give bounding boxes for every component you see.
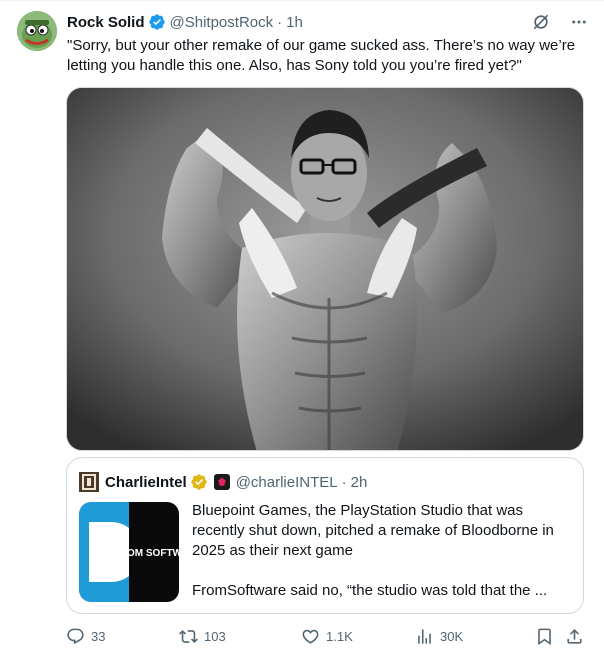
views-button[interactable]: 30K [415, 627, 463, 646]
reply-count: 33 [91, 628, 106, 644]
quote-author-avatar[interactable] [79, 472, 99, 492]
affiliate-badge-icon[interactable] [213, 474, 230, 490]
timestamp[interactable]: 1h [286, 14, 303, 31]
view-count: 30K [440, 628, 464, 644]
reply-button[interactable]: 33 [66, 627, 105, 646]
heart-icon [302, 629, 319, 644]
tweet-text: "Sorry, but your other remake of our gam… [67, 37, 576, 74]
tweet-header: Rock Solid @ShitpostRock · 1h [67, 12, 303, 32]
like-count: 1.1K [326, 628, 353, 644]
author-display-name[interactable]: Rock Solid [67, 14, 145, 31]
more-icon[interactable] [568, 11, 590, 33]
separator-dot: · [341, 473, 347, 491]
grok-icon[interactable] [530, 11, 552, 33]
repost-button[interactable]: 103 [179, 627, 226, 646]
share-icon [567, 628, 582, 644]
repost-icon [179, 629, 198, 643]
bookmark-icon [538, 628, 551, 645]
quote-thumbnail[interactable]: OM SOFTWA [79, 502, 179, 602]
separator-dot: · [277, 13, 283, 31]
action-bar: 33 103 1.1K 30K [66, 625, 588, 647]
author-handle[interactable]: @ShitpostRock [170, 14, 274, 31]
quote-header: CharlieIntel @charlieINTEL · 2h [79, 472, 367, 492]
gold-verified-badge-icon [191, 474, 207, 490]
quote-paragraph-2: FromSoftware said no, “the studio was to… [192, 582, 548, 599]
tweet[interactable]: Rock Solid @ShitpostRock · 1h "Sorry, bu… [0, 0, 604, 660]
reply-icon [67, 628, 84, 644]
quote-text: Bluepoint Games, the PlayStation Studio … [192, 501, 572, 601]
views-icon [418, 628, 431, 644]
quote-author-display-name[interactable]: CharlieIntel [105, 474, 187, 491]
quoted-tweet[interactable]: CharlieIntel @charlieINTEL · 2h OM SOFT … [66, 457, 584, 614]
quote-author-handle[interactable]: @charlieINTEL [236, 474, 338, 491]
share-button[interactable] [565, 627, 584, 646]
tweet-photo[interactable] [66, 87, 584, 451]
quote-paragraph-1: Bluepoint Games, the PlayStation Studio … [192, 502, 554, 559]
bookmark-button[interactable] [535, 627, 554, 646]
author-avatar[interactable] [17, 11, 57, 51]
quote-timestamp[interactable]: 2h [351, 474, 368, 491]
thumbnail-text: OM SOFTWA [127, 548, 179, 559]
verified-badge-icon [148, 14, 165, 30]
top-actions [530, 11, 590, 33]
repost-count: 103 [204, 628, 226, 644]
like-button[interactable]: 1.1K [301, 627, 353, 646]
